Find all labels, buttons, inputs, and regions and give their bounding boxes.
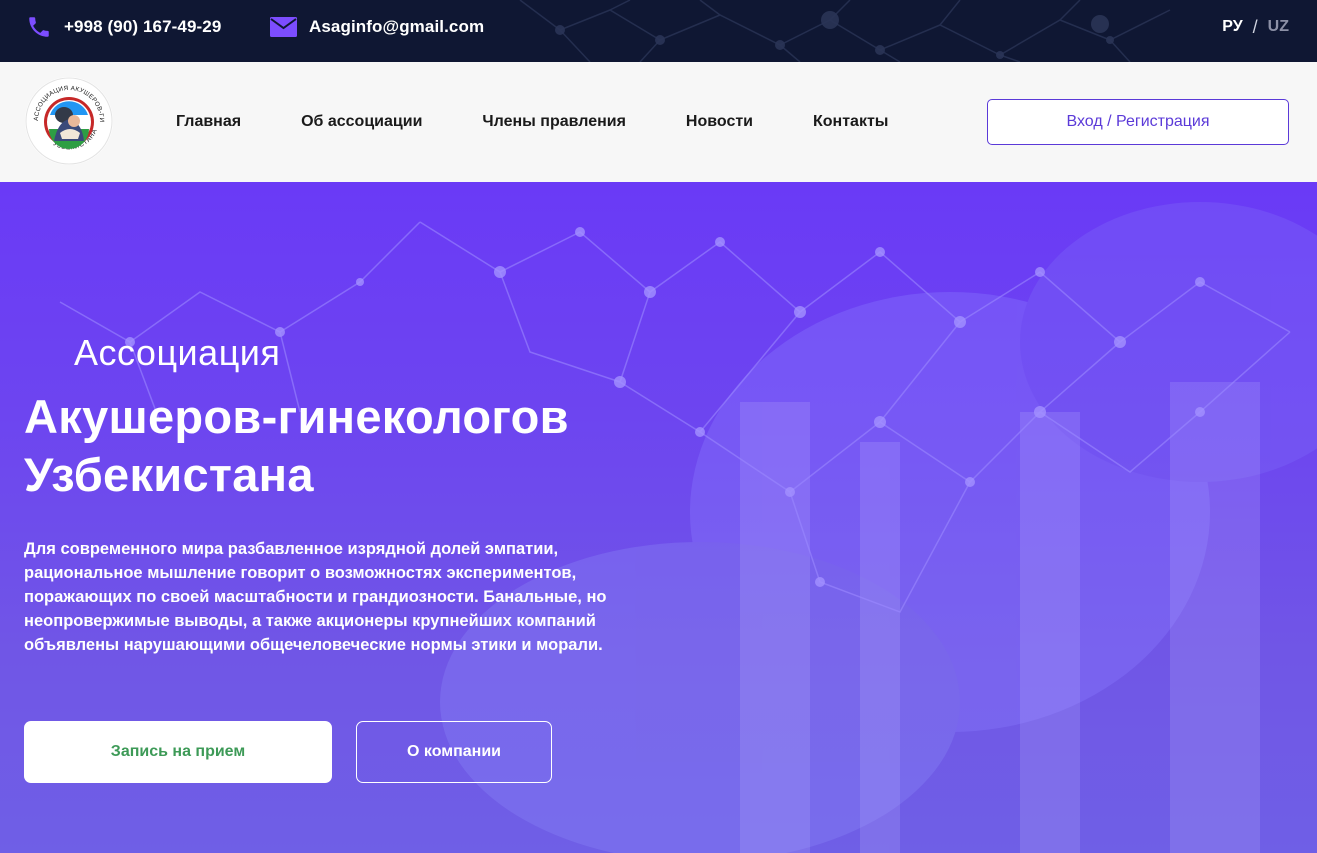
nav-contacts[interactable]: Контакты — [813, 113, 888, 131]
main-navigation: Главная Об ассоциации Члены правления Но… — [176, 108, 888, 136]
top-contact-bar: +998 (90) 167-49-29 Asaginfo@gmail.com Р… — [0, 0, 1317, 62]
login-register-button[interactable]: Вход / Регистрация — [987, 99, 1289, 145]
main-header: АССОЦИАЦИЯ АКУШЕРОВ-ГИНЕКОЛОГОВ УЗБЕКИСТ… — [0, 62, 1317, 182]
hero-title-line-2: Узбекистана — [24, 448, 314, 501]
mail-icon — [270, 16, 297, 38]
email-contact[interactable]: Asaginfo@gmail.com — [270, 14, 484, 40]
hero-title-line-1: Акушеров-гинекологов — [24, 390, 569, 443]
hero-subtitle: Ассоциация — [74, 332, 281, 373]
nav-home[interactable]: Главная — [176, 113, 241, 131]
phone-contact[interactable]: +998 (90) 167-49-29 — [26, 14, 221, 40]
nav-news[interactable]: Новости — [686, 113, 753, 131]
association-logo[interactable]: АССОЦИАЦИЯ АКУШЕРОВ-ГИНЕКОЛОГОВ УЗБЕКИСТ… — [24, 75, 114, 167]
nav-board-members[interactable]: Члены правления — [482, 113, 626, 131]
lang-ru[interactable]: РУ — [1222, 18, 1242, 36]
nav-about-association[interactable]: Об ассоциации — [301, 113, 422, 131]
hero-description: Для современного мира разбавленное изряд… — [24, 540, 607, 654]
lang-separator: / — [1252, 16, 1258, 37]
hero-section: Ассоциация Акушеров-гинекологов Узбекист… — [0, 182, 1317, 853]
lang-uz[interactable]: UZ — [1268, 18, 1289, 36]
hero-title: Акушеров-гинекологов Узбекистана — [24, 388, 744, 504]
phone-number: +998 (90) 167-49-29 — [64, 17, 222, 36]
phone-icon — [26, 14, 52, 40]
about-company-button[interactable]: О компании — [356, 721, 552, 783]
language-switcher: РУ / UZ — [1222, 16, 1289, 38]
book-appointment-button[interactable]: Запись на прием — [24, 721, 332, 783]
email-address: Asaginfo@gmail.com — [309, 17, 485, 36]
